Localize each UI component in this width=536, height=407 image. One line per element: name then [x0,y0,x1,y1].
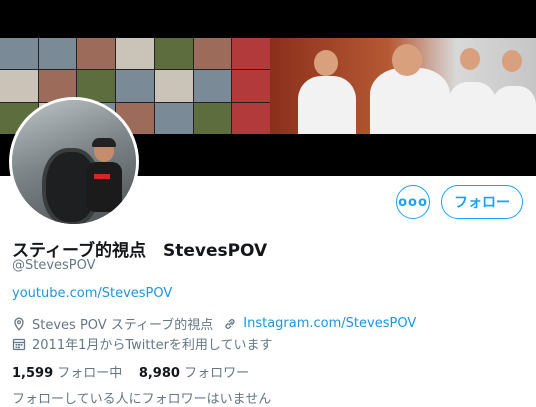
bio-link[interactable]: youtube.com/StevesPOV [12,286,172,301]
profile-stats: 1,599 フォロー中 8,980 フォロワー [12,362,249,381]
calendar-icon [12,338,26,350]
followers-stat[interactable]: 8,980 フォロワー [139,366,249,381]
location-icon [14,317,24,331]
profile-joined-row: 2011年1月からTwitterを利用しています [12,334,273,353]
profile-website-link[interactable]: Instagram.com/StevesPOV [243,316,416,331]
follow-button[interactable]: フォロー [441,185,523,219]
avatar[interactable] [9,97,139,227]
profile-handle: @StevesPOV [12,258,96,273]
more-options-icon: ooo [398,194,428,210]
following-stat[interactable]: 1,599 フォロー中 [12,366,126,381]
link-icon [225,318,235,329]
following-count: 1,599 [12,366,54,381]
followers-label: フォロワー [184,366,250,381]
followers-you-know-note: フォローしている人にフォロワーはいません [12,392,272,407]
profile-meta-row: Steves POV スティーブ的視点 Instagram.com/Steves… [12,314,416,333]
followers-count: 8,980 [138,366,180,381]
profile-joined-date: 2011年1月からTwitterを利用しています [32,338,273,353]
top-black-bar [0,0,536,38]
following-label: フォロー中 [57,366,123,381]
more-options-button[interactable]: ooo [396,185,430,219]
banner-office-photo [270,38,536,134]
profile-location: Steves POV スティーブ的視点 [32,318,214,333]
